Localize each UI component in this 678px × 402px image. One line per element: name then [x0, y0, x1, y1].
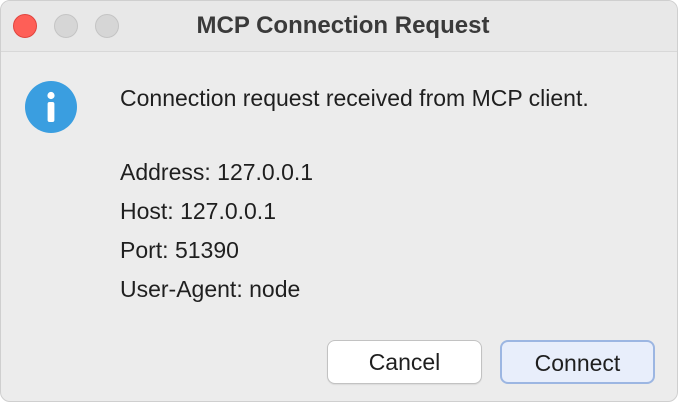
connection-details: Address: 127.0.0.1 Host: 127.0.0.1 Port:… [120, 153, 313, 309]
window-title: MCP Connection Request [196, 12, 490, 39]
detail-port: Port: 51390 [120, 237, 239, 263]
dialog-window: MCP Connection Request Connection reques… [0, 0, 678, 402]
detail-user-agent: User-Agent: node [120, 276, 301, 302]
dialog-message: Connection request received from MCP cli… [120, 85, 589, 111]
detail-host: Host: 127.0.0.1 [120, 198, 276, 224]
detail-address: Address: 127.0.0.1 [120, 159, 314, 185]
info-icon [25, 81, 77, 133]
title-bar[interactable]: MCP Connection Request [1, 1, 677, 52]
connect-button[interactable]: Connect [500, 340, 655, 384]
cancel-button[interactable]: Cancel [327, 340, 482, 384]
